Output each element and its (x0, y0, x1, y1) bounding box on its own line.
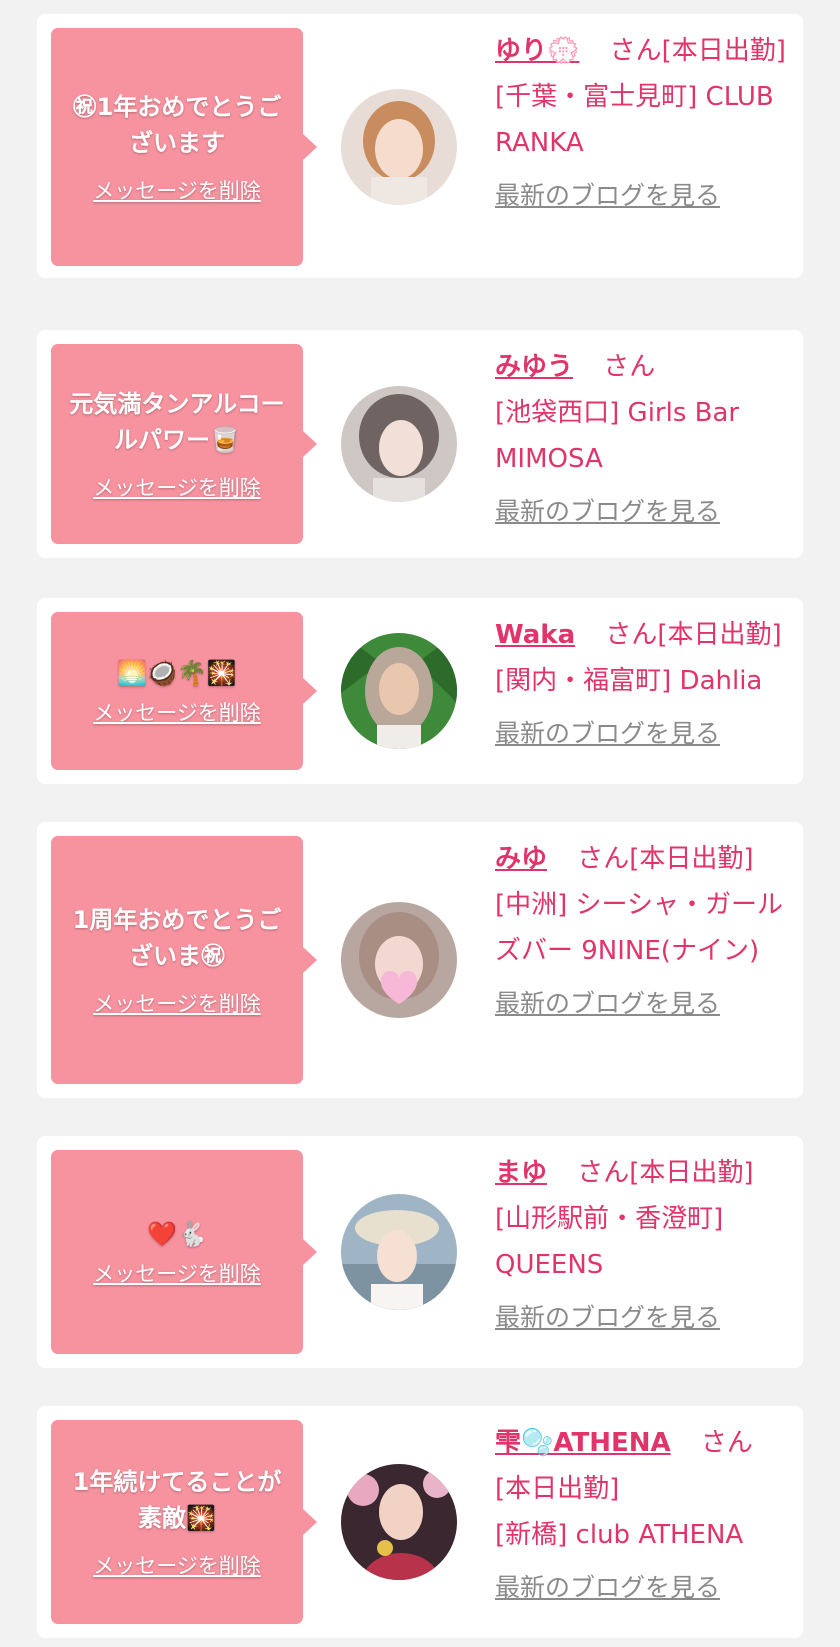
message-bubble: ❤️🐇 メッセージを削除 (51, 1150, 317, 1354)
cast-name-link[interactable]: まゆ (495, 1158, 547, 1188)
delete-message-link[interactable]: メッセージを削除 (93, 472, 261, 502)
message-bubble: 元気満タンアルコールパワー🥃 メッセージを削除 (51, 344, 317, 544)
cast-status: さん[本日出勤] (605, 620, 782, 650)
cast-status: さん[本日出勤] (577, 844, 754, 874)
message-bubble: 1年続けてることが素敵🎇 メッセージを削除 (51, 1420, 317, 1624)
message-bubble: 🌅🥥🌴🎇 メッセージを削除 (51, 612, 317, 770)
avatar[interactable] (341, 633, 457, 749)
cast-info: みゆう さん [池袋西口] Girls Bar MIMOSA 最新のブログを見る (495, 344, 787, 532)
message-card: 1周年おめでとうございま㊗ メッセージを削除 みゆ さん[本日出勤] [中洲] … (37, 822, 803, 1098)
shop-name: [関内・福富町] Dahlia (495, 666, 763, 696)
avatar[interactable] (341, 1194, 457, 1310)
message-card: 🌅🥥🌴🎇 メッセージを削除 Waka さん[本日出勤] [関内・福富町] Dah… (37, 598, 803, 784)
cast-name-link[interactable]: 雫🫧ATHENA (495, 1428, 671, 1458)
cast-status: さん (603, 352, 656, 382)
message-card: 1年続けてることが素敵🎇 メッセージを削除 雫🫧ATHENA さん[本日出勤] … (37, 1406, 803, 1638)
message-text: ㊗1年おめでとうございます (72, 93, 282, 157)
message-text: 🌅🥥🌴🎇 (117, 659, 237, 687)
shop-name: [千葉・富士見町] CLUB RANKA (495, 82, 774, 158)
message-card: ❤️🐇 メッセージを削除 まゆ さん[本日出勤] [山形駅前・香澄町] QUEE… (37, 1136, 803, 1368)
shop-name: [新橋] club ATHENA (495, 1520, 744, 1550)
avatar[interactable] (341, 1464, 457, 1580)
cast-info: まゆ さん[本日出勤] [山形駅前・香澄町] QUEENS 最新のブログを見る (495, 1150, 787, 1338)
cast-info: みゆ さん[本日出勤] [中洲] シーシャ・ガールズバー 9NINE(ナイン) … (495, 836, 787, 1024)
delete-message-link[interactable]: メッセージを削除 (93, 697, 261, 727)
avatar[interactable] (341, 89, 457, 205)
message-text: 1周年おめでとうございま㊗ (72, 906, 282, 970)
message-text: 1年続けてることが素敵🎇 (72, 1468, 282, 1532)
message-text: ❤️🐇 (147, 1220, 207, 1248)
avatar[interactable] (341, 902, 457, 1018)
message-text: 元気満タンアルコールパワー🥃 (69, 390, 285, 454)
latest-blog-link[interactable]: 最新のブログを見る (495, 176, 787, 216)
cast-name-link[interactable]: みゆう (495, 352, 573, 382)
cast-info: 雫🫧ATHENA さん[本日出勤] [新橋] club ATHENA 最新のブロ… (495, 1420, 787, 1608)
cast-info: Waka さん[本日出勤] [関内・福富町] Dahlia 最新のブログを見る (495, 612, 787, 754)
latest-blog-link[interactable]: 最新のブログを見る (495, 984, 787, 1024)
delete-message-link[interactable]: メッセージを削除 (93, 175, 261, 205)
shop-name: [中洲] シーシャ・ガールズバー 9NINE(ナイン) (495, 890, 784, 966)
message-bubble: ㊗1年おめでとうございます メッセージを削除 (51, 28, 317, 266)
cast-status: さん[本日出勤] (609, 36, 786, 66)
avatar[interactable] (341, 386, 457, 502)
cast-name-link[interactable]: ゆり💮 (495, 36, 579, 66)
latest-blog-link[interactable]: 最新のブログを見る (495, 492, 787, 532)
shop-name: [山形駅前・香澄町] QUEENS (495, 1204, 724, 1280)
delete-message-link[interactable]: メッセージを削除 (93, 1258, 261, 1288)
message-bubble: 1周年おめでとうございま㊗ メッセージを削除 (51, 836, 317, 1084)
latest-blog-link[interactable]: 最新のブログを見る (495, 1298, 787, 1338)
cast-info: ゆり💮 さん[本日出勤] [千葉・富士見町] CLUB RANKA 最新のブログ… (495, 28, 787, 216)
cast-name-link[interactable]: みゆ (495, 844, 547, 874)
message-card: 元気満タンアルコールパワー🥃 メッセージを削除 みゆう さん [池袋西口] Gi… (37, 330, 803, 558)
latest-blog-link[interactable]: 最新のブログを見る (495, 714, 787, 754)
latest-blog-link[interactable]: 最新のブログを見る (495, 1568, 787, 1608)
name-emoji: 💮 (547, 36, 580, 66)
cast-status: さん[本日出勤] (577, 1158, 754, 1188)
shop-name: [池袋西口] Girls Bar MIMOSA (495, 398, 740, 474)
delete-message-link[interactable]: メッセージを削除 (93, 1550, 261, 1580)
message-list: ㊗1年おめでとうございます メッセージを削除 ゆり💮 さん[本日出勤] [千葉・… (0, 0, 840, 1647)
cast-name-link[interactable]: Waka (495, 620, 575, 650)
delete-message-link[interactable]: メッセージを削除 (93, 988, 261, 1018)
message-card: ㊗1年おめでとうございます メッセージを削除 ゆり💮 さん[本日出勤] [千葉・… (37, 14, 803, 278)
